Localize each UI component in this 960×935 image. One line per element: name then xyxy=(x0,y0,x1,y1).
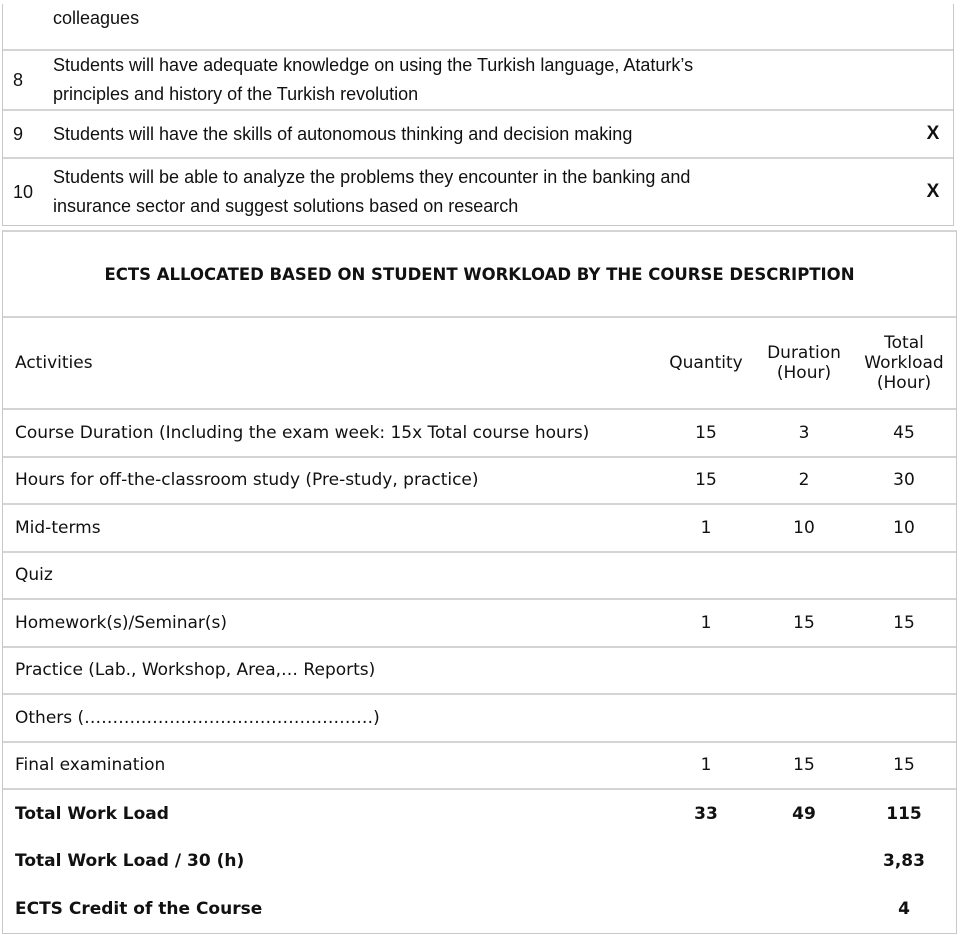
header-total-line: (Hour) xyxy=(876,373,932,393)
activity-cell: Mid-terms xyxy=(15,517,101,538)
quantity-cell: 15 xyxy=(695,470,717,491)
activity-cell: Course Duration (Including the exam week… xyxy=(15,422,590,443)
table-row: Hours for off-the-classroom study (Pre-s… xyxy=(3,458,956,505)
header-row: Activities Quantity Duration (Hour) Total… xyxy=(3,318,956,410)
duration-cell: 49 xyxy=(792,803,816,824)
quantity-cell: 1 xyxy=(700,612,712,633)
activity-cell: Total Work Load / 30 (h) xyxy=(15,851,245,872)
table-row: Total Work Load / 30 (h) 3,83 xyxy=(3,838,956,886)
header-duration-line: (Hour) xyxy=(776,363,832,383)
activity-cell: Homework(s)/Seminar(s) xyxy=(15,612,228,633)
header-duration-line: Duration xyxy=(767,343,841,363)
header-total-line: Workload xyxy=(864,353,944,373)
table-row: Mid-terms 1 10 10 xyxy=(3,505,956,553)
ects-workload-table: ECTS ALLOCATED BASED ON STUDENT WORKLOAD… xyxy=(2,230,957,934)
total-cell: 10 xyxy=(893,517,915,538)
activity-cell: Hours for off-the-classroom study (Pre-s… xyxy=(15,470,479,491)
total-cell: 3,83 xyxy=(883,851,925,872)
outcome-number: 9 xyxy=(13,123,24,144)
table-row: Others (……………………………………………) xyxy=(3,695,956,743)
quantity-cell: 1 xyxy=(700,755,712,776)
header-quantity: Quantity xyxy=(669,353,743,373)
outcome-row: 8 Students will have adequate knowledge … xyxy=(3,49,953,109)
table-row: Final examination 1 15 15 xyxy=(3,743,956,790)
activity-cell: Others (……………………………………………) xyxy=(15,707,380,728)
table-row: Homework(s)/Seminar(s) 1 15 15 xyxy=(3,600,956,648)
activity-cell: Total Work Load xyxy=(15,803,169,824)
duration-cell: 2 xyxy=(798,470,810,491)
total-cell: 15 xyxy=(893,612,915,633)
quantity-cell: 33 xyxy=(694,803,718,824)
header-total: Total Workload (Hour) xyxy=(852,333,956,393)
table-row: Total Work Load 33 49 115 xyxy=(3,790,956,838)
total-cell: 30 xyxy=(893,470,915,491)
outcome-row: colleagues xyxy=(3,4,953,49)
header-duration: Duration (Hour) xyxy=(756,343,852,383)
activity-cell: Quiz xyxy=(15,565,53,586)
header-activities: Activities xyxy=(15,353,93,373)
outcome-text: Students will have adequate knowledge on… xyxy=(53,55,694,104)
duration-cell: 3 xyxy=(798,422,810,443)
duration-cell: 15 xyxy=(793,612,815,633)
ects-title: ECTS ALLOCATED BASED ON STUDENT WORKLOAD… xyxy=(3,232,956,318)
duration-cell: 15 xyxy=(793,755,815,776)
outcome-number: 10 xyxy=(13,181,34,202)
total-cell: 115 xyxy=(886,803,922,824)
learning-outcomes-table: colleagues 8 Students will have adequate… xyxy=(2,4,954,226)
activity-cell: ECTS Credit of the Course xyxy=(15,898,263,919)
quantity-cell: 1 xyxy=(700,517,712,538)
total-cell: 15 xyxy=(893,755,915,776)
quantity-cell: 15 xyxy=(695,422,717,443)
outcome-row: 10 Students will be able to analyze the … xyxy=(3,157,953,225)
outcome-text: colleagues xyxy=(53,8,140,28)
total-cell: 45 xyxy=(893,422,915,443)
table-row: Practice (Lab., Workshop, Area,… Reports… xyxy=(3,648,956,695)
outcome-text: Students will have the skills of autonom… xyxy=(53,123,633,144)
outcome-row: 9 Students will have the skills of auton… xyxy=(3,109,953,157)
table-row: ECTS Credit of the Course 4 xyxy=(3,885,956,933)
outcome-mark: X xyxy=(926,181,940,202)
outcome-number: 8 xyxy=(13,69,24,90)
table-row: Quiz xyxy=(3,553,956,600)
total-cell: 4 xyxy=(898,898,910,919)
header-total-line: Total xyxy=(884,333,924,353)
activity-cell: Final examination xyxy=(15,755,166,776)
outcome-mark: X xyxy=(926,123,940,144)
duration-cell: 10 xyxy=(793,517,815,538)
activity-cell: Practice (Lab., Workshop, Area,… Reports… xyxy=(15,660,376,681)
table-row: Course Duration (Including the exam week… xyxy=(3,410,956,458)
outcome-text: Students will be able to analyze the pro… xyxy=(53,167,691,216)
